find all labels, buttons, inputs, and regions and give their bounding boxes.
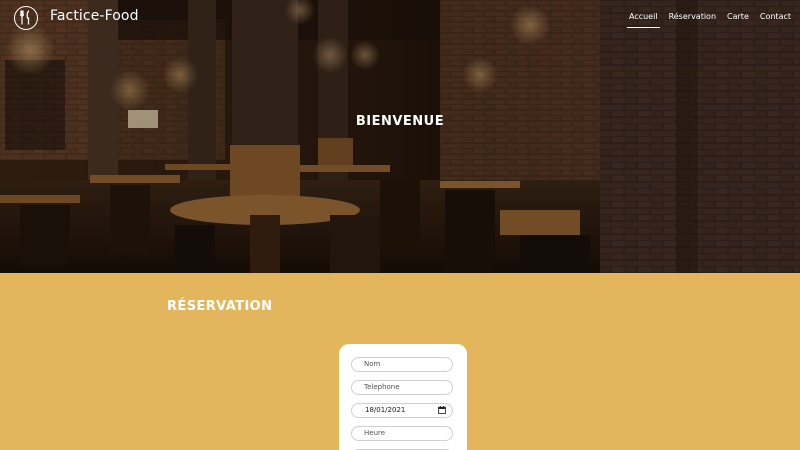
reservation-title: RÉSERVATION [167, 299, 273, 314]
nav-link-reservation[interactable]: Réservation [669, 12, 716, 24]
hero-title: BIENVENUE [355, 114, 445, 129]
calendar-icon[interactable] [438, 406, 446, 414]
date-value: 18/01/2021 [365, 406, 406, 414]
nav-link-carte[interactable]: Carte [727, 12, 749, 24]
nav-link-accueil[interactable]: Accueil [627, 12, 660, 28]
phone-input[interactable]: Telephone [351, 380, 453, 395]
logo-fork-knife-icon[interactable] [14, 6, 38, 30]
name-input[interactable]: Nom [351, 357, 453, 372]
brand-name[interactable]: Factice-Food [50, 8, 139, 24]
restaurant-interior-image [0, 0, 800, 273]
reservation-form: Nom Telephone 18/01/2021 Heure [339, 344, 467, 450]
hero-banner: Factice-Food Accueil Réservation Carte C… [0, 0, 800, 273]
time-input[interactable]: Heure [351, 426, 453, 441]
date-input[interactable]: 18/01/2021 [351, 403, 453, 418]
site-header: Factice-Food Accueil Réservation Carte C… [0, 0, 800, 36]
main-nav: Accueil Réservation Carte Contact [627, 12, 791, 28]
nav-link-contact[interactable]: Contact [760, 12, 791, 24]
